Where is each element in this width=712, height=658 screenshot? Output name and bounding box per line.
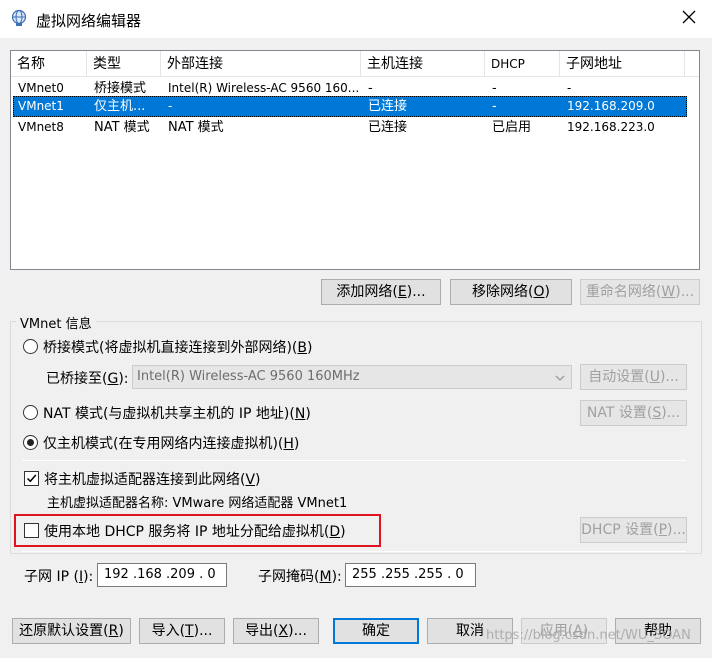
- cell-host: 已连接: [368, 120, 408, 135]
- column-header-type[interactable]: 类型: [87, 51, 161, 77]
- cell-subnet: 192.168.223.0: [567, 120, 655, 134]
- bridged-adapter-value: Intel(R) Wireless-AC 9560 160MHz: [137, 369, 360, 384]
- export-button[interactable]: 导出(X)...: [233, 618, 319, 644]
- radio-selected-dot: [27, 439, 34, 446]
- cell-dhcp: 已启用: [492, 120, 532, 135]
- remove-network-button[interactable]: 移除网络(O): [450, 279, 572, 305]
- watermark-text: https://blog.csdn.net/WU_SOAN: [486, 628, 691, 643]
- cell-dhcp: -: [492, 99, 497, 114]
- cell-external: NAT 模式: [168, 120, 224, 135]
- ok-button[interactable]: 确定: [333, 618, 419, 644]
- subnet-mask-field[interactable]: 255 .255 .255 . 0: [345, 563, 476, 587]
- rename-network-button[interactable]: 重命名网络(W)...: [580, 279, 700, 305]
- chevron-down-icon: [555, 370, 565, 392]
- separator: [22, 551, 686, 552]
- subnet-mask-label: 子网掩码(M):: [258, 569, 342, 585]
- close-button[interactable]: [666, 0, 712, 38]
- hostonly-mode-radio[interactable]: [23, 435, 38, 450]
- list-header: 名称 类型 外部连接 主机连接 DHCP 子网地址: [11, 51, 699, 77]
- column-header-external[interactable]: 外部连接: [161, 51, 361, 77]
- add-network-button[interactable]: 添加网络(E)...: [321, 279, 441, 305]
- cell-external: -: [168, 99, 173, 113]
- column-header-host[interactable]: 主机连接: [361, 51, 485, 77]
- cell-name: VMnet8: [18, 120, 64, 134]
- nat-mode-label[interactable]: NAT 模式(与虚拟机共享主机的 IP 地址)(N): [43, 403, 311, 423]
- network-globe-icon: [10, 9, 28, 27]
- dhcp-checkbox[interactable]: [24, 523, 39, 538]
- checkmark-icon: [26, 474, 37, 483]
- cell-subnet: 192.168.209.0: [567, 99, 655, 113]
- bridged-mode-radio[interactable]: [23, 339, 38, 354]
- close-icon: [682, 10, 696, 28]
- vmnet-info-title: VMnet 信息: [16, 313, 96, 332]
- restore-defaults-button[interactable]: 还原默认设置(R): [12, 618, 131, 644]
- column-header-dhcp[interactable]: DHCP: [485, 51, 560, 77]
- bridged-to-label: 已桥接至(G):: [46, 371, 129, 387]
- cell-type: NAT 模式: [94, 120, 150, 135]
- import-button[interactable]: 导入(T)...: [139, 618, 225, 644]
- auto-settings-button[interactable]: 自动设置(U)...: [580, 364, 687, 390]
- network-list[interactable]: 名称 类型 外部连接 主机连接 DHCP 子网地址 VMnet0 桥接模式 In…: [10, 50, 700, 270]
- cell-type: 仅主机...: [94, 99, 146, 114]
- bridged-mode-label[interactable]: 桥接模式(将虚拟机直接连接到外部网络)(B): [43, 337, 312, 357]
- subnet-ip-label: 子网 IP (I):: [24, 569, 94, 585]
- adapter-name-text: 主机虚拟适配器名称: VMware 网络适配器 VMnet1: [47, 496, 348, 511]
- connect-adapter-checkbox[interactable]: [24, 471, 39, 486]
- bridged-adapter-select[interactable]: Intel(R) Wireless-AC 9560 160MHz: [132, 365, 572, 389]
- table-row-selected[interactable]: VMnet1 仅主机... - 已连接 - 192.168.209.0: [13, 96, 687, 117]
- column-header-name[interactable]: 名称: [11, 51, 87, 77]
- subnet-ip-field[interactable]: 192 .168 .209 . 0: [97, 563, 227, 587]
- connect-adapter-label[interactable]: 将主机虚拟适配器连接到此网络(V): [44, 469, 261, 489]
- separator: [22, 460, 686, 461]
- table-row[interactable]: VMnet8 NAT 模式 NAT 模式 已连接 已启用 192.168.223…: [13, 117, 687, 138]
- cell-name: VMnet1: [18, 99, 64, 113]
- nat-mode-radio[interactable]: [23, 405, 38, 420]
- nat-settings-button[interactable]: NAT 设置(S)...: [580, 400, 687, 426]
- dhcp-settings-button[interactable]: DHCP 设置(P)...: [580, 517, 687, 543]
- dhcp-label[interactable]: 使用本地 DHCP 服务将 IP 地址分配给虚拟机(D): [44, 521, 346, 541]
- title-bar: 虚拟网络编辑器: [0, 0, 712, 38]
- cell-host: 已连接: [368, 99, 408, 114]
- column-header-subnet[interactable]: 子网地址: [560, 51, 685, 77]
- window-title: 虚拟网络编辑器: [36, 12, 142, 30]
- hostonly-mode-label[interactable]: 仅主机模式(在专用网络内连接虚拟机)(H): [43, 433, 299, 453]
